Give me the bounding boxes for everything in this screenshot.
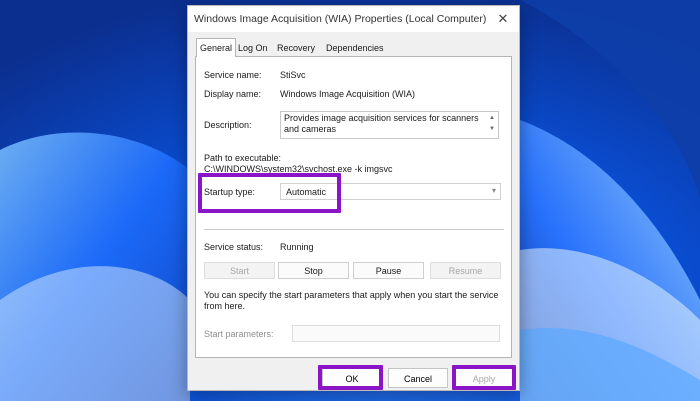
startup-type-value: Automatic xyxy=(286,187,327,197)
start-parameters-input[interactable] xyxy=(292,325,500,342)
resume-button[interactable]: Resume xyxy=(430,262,501,279)
general-tab-panel: Service name: StiSvc Display name: Windo… xyxy=(195,56,512,358)
close-icon[interactable]: ✕ xyxy=(493,9,513,29)
service-name-label: Service name: xyxy=(204,70,262,80)
description-label: Description: xyxy=(204,120,252,130)
chevron-down-icon: ▾ xyxy=(491,186,496,195)
scroll-up-icon[interactable]: ▲ xyxy=(487,113,497,124)
window-title: Windows Image Acquisition (WIA) Properti… xyxy=(194,13,487,25)
service-status-label: Service status: xyxy=(204,242,264,252)
service-status-value: Running xyxy=(280,242,314,252)
title-bar[interactable]: Windows Image Acquisition (WIA) Properti… xyxy=(188,6,519,32)
tab-general[interactable]: General xyxy=(196,38,237,57)
display-name-label: Display name: xyxy=(204,89,262,99)
cancel-button[interactable]: Cancel xyxy=(388,368,448,388)
stop-button[interactable]: Stop xyxy=(278,262,349,279)
scroll-down-icon[interactable]: ▼ xyxy=(487,124,497,135)
start-params-hint-line1: You can specify the start parameters tha… xyxy=(204,290,499,300)
section-divider xyxy=(204,229,504,230)
service-name-value: StiSvc xyxy=(280,70,306,80)
apply-button[interactable]: Apply xyxy=(454,368,514,388)
tab-dependencies[interactable]: Dependencies xyxy=(323,41,387,56)
path-label: Path to executable: xyxy=(204,153,282,163)
start-parameters-label: Start parameters: xyxy=(204,329,274,339)
path-value: C:\WINDOWS\system32\svchost.exe -k imgsv… xyxy=(204,164,393,174)
startup-type-dropdown[interactable]: Automatic ▾ xyxy=(280,183,501,200)
description-scrollbar[interactable]: ▲ ▼ xyxy=(487,113,497,137)
tab-recovery[interactable]: Recovery xyxy=(274,41,318,56)
description-text: Provides image acquisition services for … xyxy=(284,113,479,134)
ok-button[interactable]: OK xyxy=(322,368,382,388)
display-name-value: Windows Image Acquisition (WIA) xyxy=(280,89,416,99)
tab-log-on[interactable]: Log On xyxy=(235,41,271,56)
pause-button[interactable]: Pause xyxy=(353,262,424,279)
start-button[interactable]: Start xyxy=(204,262,275,279)
description-textbox[interactable]: Provides image acquisition services for … xyxy=(280,111,499,139)
start-params-hint-line2: from here. xyxy=(204,301,246,311)
properties-dialog: Windows Image Acquisition (WIA) Properti… xyxy=(187,5,520,391)
startup-type-label: Startup type: xyxy=(204,187,256,197)
